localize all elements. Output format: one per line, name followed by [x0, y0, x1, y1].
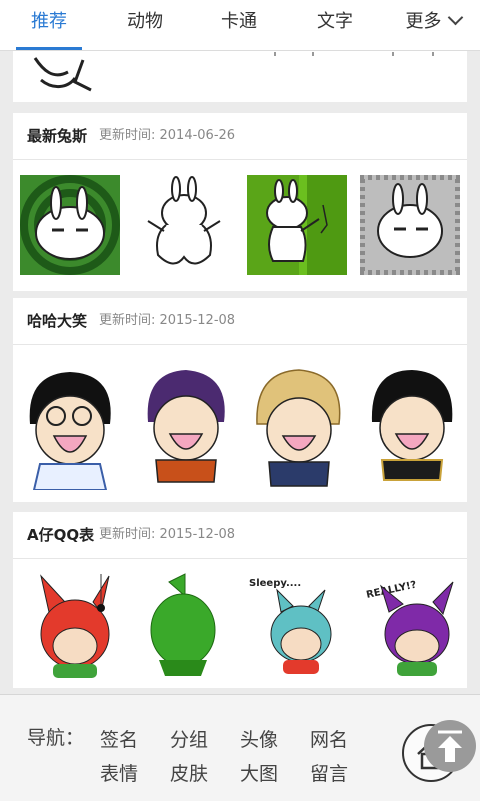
section-title: 哈哈大笑	[27, 312, 88, 330]
tab-text[interactable]: 文字	[302, 0, 368, 50]
previous-section-card	[13, 50, 467, 102]
section-card-haha: 哈哈大笑 更新时间: 2015-12-08	[13, 298, 467, 502]
chevron-down-icon	[447, 9, 463, 26]
section-title: 最新兔斯	[27, 127, 88, 145]
sticker-thumbnail[interactable]	[247, 175, 347, 275]
nav-link-avatar[interactable]: 头像	[240, 725, 278, 752]
sticker-thumbnail[interactable]	[35, 572, 115, 680]
section-header[interactable]: 最新兔斯 更新时间: 2014-06-26	[13, 113, 467, 160]
sticker-thumbnail[interactable]	[360, 175, 460, 275]
section-header[interactable]: A仔QQ表 更新时间: 2015-12-08	[13, 512, 467, 559]
nav-link-big-image[interactable]: 大图	[240, 759, 278, 786]
category-tab-bar: 推荐 动物 卡通 文字 更多	[0, 0, 480, 51]
tab-animals[interactable]: 动物	[112, 0, 178, 50]
arrow-up-icon	[438, 730, 462, 762]
sticker-thumbnail[interactable]	[141, 572, 221, 680]
sticker-thumbnail[interactable]: Sleepy....	[247, 572, 343, 680]
nav-link-groups[interactable]: 分组	[170, 725, 208, 752]
sticker-thumbnail[interactable]: REALLY!?	[365, 572, 461, 680]
sticker-thumbnail[interactable]	[134, 364, 234, 490]
sticker-thumbnail[interactable]	[360, 364, 460, 490]
nav-link-signature[interactable]: 签名	[100, 725, 138, 752]
nav-link-skins[interactable]: 皮肤	[170, 759, 208, 786]
tab-cartoon[interactable]: 卡通	[206, 0, 272, 50]
nav-link-nickname[interactable]: 网名	[310, 725, 348, 752]
tab-label: 更多	[405, 11, 442, 32]
tab-more[interactable]: 更多	[392, 0, 474, 50]
tab-label: 推荐	[31, 11, 67, 32]
active-tab-indicator	[16, 47, 82, 50]
tab-label: 动物	[127, 11, 163, 32]
nav-label: 导航：	[27, 727, 85, 749]
section-update-time: 更新时间: 2015-12-08	[99, 527, 236, 542]
partial-sticker-row	[33, 52, 434, 92]
tab-label: 文字	[317, 11, 353, 32]
tab-recommend[interactable]: 推荐	[16, 0, 82, 50]
sticker-thumbnail[interactable]	[33, 57, 92, 92]
sticker-thumbnail[interactable]	[20, 364, 120, 490]
sticker-caption: Sleepy....	[249, 578, 301, 589]
sticker-thumbnail[interactable]	[20, 175, 120, 275]
section-card-tuzki: 最新兔斯 更新时间: 2014-06-26	[13, 113, 467, 291]
section-update-time: 更新时间: 2015-12-08	[99, 313, 236, 328]
sticker-thumbnail[interactable]	[247, 364, 347, 490]
tab-label: 卡通	[221, 11, 257, 32]
section-update-time: 更新时间: 2014-06-26	[99, 128, 236, 143]
partial-sticker-marks	[274, 52, 434, 56]
section-title: A仔QQ表	[27, 526, 95, 544]
nav-link-emoticons[interactable]: 表情	[100, 759, 138, 786]
nav-link-message[interactable]: 留言	[310, 759, 348, 786]
section-card-azai: A仔QQ表 更新时间: 2015-12-08 Sleepy.... REALLY…	[13, 512, 467, 688]
sticker-thumbnail[interactable]	[134, 175, 234, 275]
section-header[interactable]: 哈哈大笑 更新时间: 2015-12-08	[13, 298, 467, 345]
back-to-top-button[interactable]	[424, 720, 476, 772]
